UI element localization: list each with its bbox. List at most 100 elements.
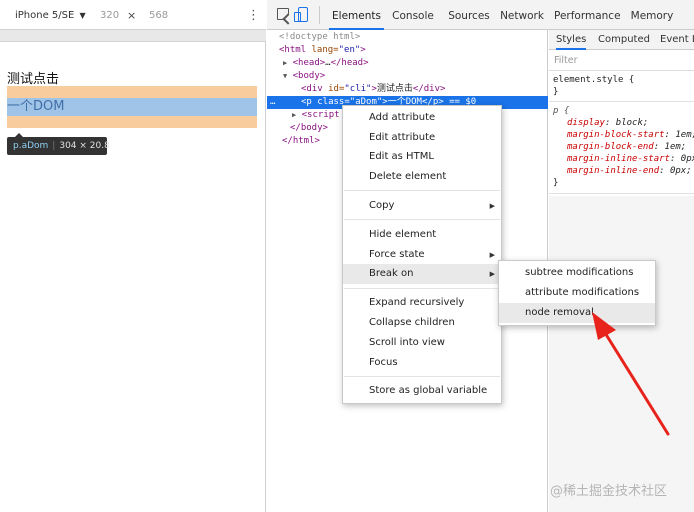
arrow-shaft [600,326,670,436]
menu-item-label: attribute modifications [525,287,640,298]
device-height-input[interactable]: 568 [149,10,168,21]
margin-highlight-bottom [7,116,257,128]
submenu-item-attribute-modifications[interactable]: attribute modifications [499,283,655,303]
menu-item-focus[interactable]: Focus [343,353,501,373]
div-tag: <div [301,84,323,94]
tab-elements[interactable]: Elements [329,0,384,30]
tab-network[interactable]: Network [496,0,548,30]
tab-event-listeners[interactable]: Event Li [660,30,694,50]
dom-doctype-line[interactable]: <!doctype html> [267,31,548,44]
dom-head-line[interactable]: ▶ <head>…</head> [267,57,548,70]
element-content-highlight: 一个DOM [7,98,257,116]
element-style-selector: element.style { [553,75,635,85]
arrow-head [592,312,616,340]
element-style-rule[interactable]: element.style { } [549,74,694,98]
css-property-row[interactable]: margin-block-start: 1em; [553,129,694,141]
inspect-element-icon[interactable] [277,8,289,20]
head-close-tag: </head> [330,58,369,68]
submenu-arrow-icon: ▶ [489,270,495,278]
submenu-item-subtree-modifications[interactable]: subtree modifications [499,263,655,283]
dimension-times-icon: × [127,9,137,22]
css-prop-name: margin-inline-end [567,166,660,176]
menu-item-store-as-global-variable[interactable]: Store as global variable [343,381,501,401]
device-toggle-icon[interactable] [294,7,308,22]
doctype-text: <!doctype html> [279,32,361,42]
css-property-row[interactable]: margin-inline-end: 0px; [553,165,694,177]
menu-item-label: Force state [369,249,425,260]
tab-memory[interactable]: Memory [630,0,674,30]
caret-down-icon: ▼ [79,11,86,20]
device-name-label: iPhone 5/SE [15,10,75,21]
annotation-arrow-icon [592,312,670,436]
tooltip-arrow [15,133,23,137]
menu-item-label: Expand recursively [369,297,465,308]
div-close-tag: </div> [412,84,446,94]
p-user-agent-rule[interactable]: p { display: block; margin-block-start: … [549,105,694,189]
css-property-row[interactable]: margin-inline-start: 0px; [553,153,694,165]
menu-item-copy[interactable]: Copy ▶ [343,196,501,216]
tab-computed[interactable]: Computed [598,30,650,50]
dom-html-line[interactable]: <html lang="en"> [267,44,548,57]
devtools-toolbar: Elements Console Sources Network Perform… [267,0,694,30]
css-property-row[interactable]: margin-block-end: 1em; [553,141,694,153]
menu-item-label: Add attribute [369,112,436,123]
menu-item-force-state[interactable]: Force state ▶ [343,245,501,265]
menu-item-collapse-children[interactable]: Collapse children [343,313,501,333]
tab-performance[interactable]: Performance [554,0,621,30]
css-prop-name: display [567,118,605,128]
device-width-input[interactable]: 320 [100,10,119,21]
element-context-menu: Add attribute Edit attribute Edit as HTM… [342,105,502,404]
submenu-arrow-icon: ▶ [489,202,495,210]
tab-sources[interactable]: Sources [444,0,494,30]
menu-separator [344,288,500,289]
tab-console[interactable]: Console [388,0,438,30]
html-tag-end: > [360,45,366,55]
dom-div-line[interactable]: <div id="cli">测试点击</div> [267,83,548,96]
menu-item-edit-attribute[interactable]: Edit attribute [343,128,501,148]
div-text: 测试点击 [376,84,413,94]
dom-body-line[interactable]: ▼ <body> [267,70,548,83]
tab-styles[interactable]: Styles [556,30,587,50]
menu-item-hide-element[interactable]: Hide element [343,225,501,245]
menu-item-break-on[interactable]: Break on ▶ [343,264,501,284]
menu-item-scroll-into-view[interactable]: Scroll into view [343,333,501,353]
menu-item-label: subtree modifications [525,267,634,278]
menu-item-delete-element[interactable]: Delete element [343,167,501,187]
html-close-tag: </html> [282,136,320,146]
html-tag: <html [279,45,307,55]
menu-item-edit-as-html[interactable]: Edit as HTML [343,147,501,167]
css-prop-value: 1em; [659,142,687,152]
tooltip-size: 304 × 20.8 [59,141,110,151]
css-property-row[interactable]: display: block; [553,117,694,129]
device-select[interactable]: iPhone 5/SE ▼ [15,10,86,21]
css-prop-name: margin-block-end [567,142,654,152]
div-id-attr: id= [322,84,345,94]
rule-divider [549,193,694,194]
menu-item-label: Collapse children [369,317,455,328]
menu-item-add-attribute[interactable]: Add attribute [343,108,501,128]
menu-item-label: Focus [369,357,398,368]
menu-item-label: Copy [369,200,395,211]
watermark-text: @稀土掘金技术社区 [550,484,668,499]
styles-filter-input[interactable]: Filter [549,51,694,71]
css-prop-value: 0px; [680,154,694,164]
row-actions-icon[interactable]: … [270,96,276,109]
more-options-icon[interactable]: ⋮ [247,8,260,23]
tooltip-separator: | [52,141,56,151]
menu-item-label: Edit attribute [369,132,436,143]
menu-item-expand-recursively[interactable]: Expand recursively [343,293,501,313]
expand-triangle-icon[interactable]: ▶ [292,111,296,119]
expand-triangle-icon[interactable]: ▶ [283,59,287,67]
p-tag: <p [301,97,312,107]
css-prop-value: block; [610,118,649,128]
menu-item-label: Scroll into view [369,337,445,348]
menu-separator [344,190,500,191]
head-tag: <head> [292,58,326,68]
body-tag: <body> [292,71,326,81]
click-test-text[interactable]: 测试点击 [7,68,59,87]
margin-highlight-top [7,86,257,98]
css-prop-value: 1em; [675,130,694,140]
menu-item-label: Hide element [369,229,437,240]
collapse-triangle-icon[interactable]: ▼ [283,72,287,80]
p-rule-selector: p { [553,106,570,116]
